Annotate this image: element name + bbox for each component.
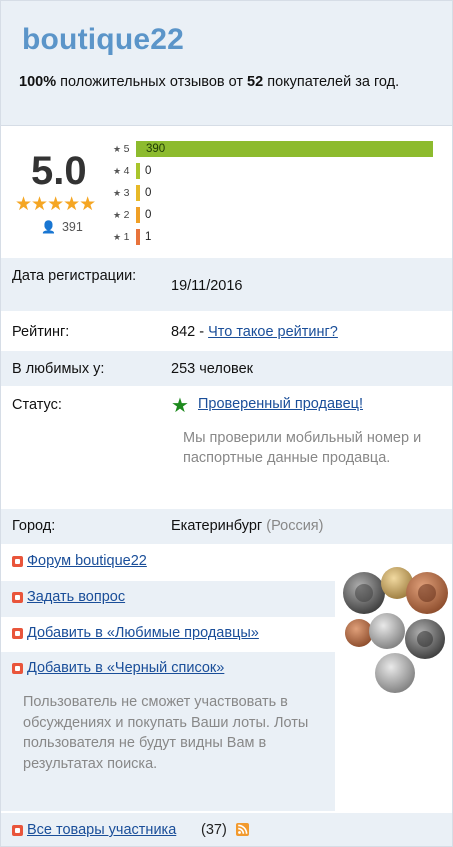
all-items-link[interactable]: Все товары участника bbox=[27, 822, 176, 838]
rating-bar-count: 0 bbox=[145, 187, 152, 199]
action-forum: Форум boutique22 bbox=[1, 545, 335, 581]
verified-description: Мы проверили мобильный номер и паспортны… bbox=[183, 430, 422, 466]
rating-bar-label: ★ 5 bbox=[113, 143, 135, 155]
coins-image bbox=[343, 567, 448, 693]
all-items-row: Все товары участника (37) bbox=[1, 813, 452, 846]
all-items-count: (37) bbox=[201, 822, 227, 838]
seller-avatar bbox=[337, 546, 452, 811]
action-ask: Задать вопрос bbox=[1, 581, 335, 617]
rating-value-line: 842 - Что такое рейтинг? bbox=[171, 323, 338, 342]
rating-bar-fill bbox=[136, 185, 140, 201]
rating-bar-label: ★ 2 bbox=[113, 209, 135, 221]
row-city: Город: Екатеринбург (Россия) bbox=[1, 509, 452, 545]
seller-header: boutique22 100% положительных отзывов от… bbox=[1, 1, 452, 126]
bullet-icon bbox=[12, 556, 23, 567]
rating-value: 842 - bbox=[171, 324, 209, 340]
rating-bar-3: ★ 3 0 bbox=[113, 185, 443, 201]
add-favorite-link[interactable]: Добавить в «Любимые продавцы» bbox=[27, 625, 259, 641]
rating-score: 5.0 bbox=[31, 149, 87, 193]
ask-question-link[interactable]: Задать вопрос bbox=[27, 589, 125, 605]
rating-bar-2: ★ 2 0 bbox=[113, 207, 443, 223]
rating-bar-count: 0 bbox=[145, 209, 152, 221]
seller-panel: boutique22 100% положительных отзывов от… bbox=[0, 0, 453, 847]
bullet-icon bbox=[12, 628, 23, 639]
row-favorites: В любимых у: 253 человек bbox=[1, 351, 452, 387]
blacklist-description: Пользователь не сможет участвовать в обс… bbox=[23, 694, 309, 772]
rating-bar-star-value: 5 bbox=[123, 143, 130, 155]
verified-star-icon: ★ bbox=[171, 395, 189, 417]
city-value: Екатеринбург bbox=[171, 518, 263, 534]
bullet-icon bbox=[12, 663, 23, 674]
feedback-percent: 100% bbox=[19, 74, 57, 90]
rating-block: 5.0 ★★★★★ 👤 391 ★ 5 390 ★ 4 0 ★ 3 0 ★ 2 0 ★ 11 bbox=[1, 127, 452, 257]
action-add-blacklist: Добавить в «Черный список» Пользователь … bbox=[1, 652, 335, 811]
star-icon: ★ bbox=[113, 166, 124, 176]
rating-label: Рейтинг: bbox=[12, 324, 70, 340]
rating-bar-count: 0 bbox=[145, 165, 152, 177]
feedback-text-a: положительных отзывов от bbox=[56, 74, 248, 90]
forum-link[interactable]: Форум boutique22 bbox=[27, 553, 147, 569]
rating-bar-fill bbox=[136, 207, 140, 223]
user-icon: 👤 bbox=[41, 220, 56, 234]
favorites-label: В любимых у: bbox=[12, 361, 105, 377]
what-is-rating-link[interactable]: Что такое рейтинг? bbox=[208, 324, 338, 340]
rating-bar-5: ★ 5 390 bbox=[113, 141, 443, 157]
rating-stars: ★★★★★ bbox=[15, 194, 96, 215]
rating-bar-count: 390 bbox=[146, 143, 166, 155]
rss-icon[interactable] bbox=[236, 823, 249, 836]
feedback-summary: 100% положительных отзывов от 52 покупат… bbox=[19, 71, 439, 93]
rating-bar-fill bbox=[136, 163, 140, 179]
rating-bar-star-value: 2 bbox=[123, 209, 130, 221]
registration-value: 19/11/2016 bbox=[171, 278, 243, 294]
action-add-favorite: Добавить в «Любимые продавцы» bbox=[1, 617, 335, 653]
blacklist-line: Добавить в «Черный список» bbox=[1, 652, 335, 688]
status-label: Статус: bbox=[12, 397, 62, 413]
feedback-text-b: покупателей за год. bbox=[263, 74, 400, 90]
star-icon: ★ bbox=[113, 210, 124, 220]
rating-bar-count: 1 bbox=[145, 231, 152, 243]
rating-bar-star-value: 1 bbox=[123, 231, 130, 243]
row-registration: Дата регистрации: 19/11/2016 bbox=[1, 258, 452, 312]
star-icon: ★ bbox=[113, 188, 124, 198]
rating-bar-fill bbox=[136, 141, 433, 157]
row-rating: Рейтинг: 842 - Что такое рейтинг? bbox=[1, 313, 452, 351]
registration-label: Дата регистрации: bbox=[12, 268, 137, 284]
star-icon: ★ bbox=[113, 144, 124, 154]
star-icon: ★ bbox=[113, 232, 124, 242]
country-value: (Россия) bbox=[266, 518, 324, 534]
rating-bar-label: ★ 4 bbox=[113, 165, 135, 177]
verified-seller-link[interactable]: Проверенный продавец! bbox=[198, 396, 363, 412]
rating-bar-fill bbox=[136, 229, 140, 245]
add-blacklist-link[interactable]: Добавить в «Черный список» bbox=[27, 660, 224, 676]
votes-count: 391 bbox=[61, 220, 83, 234]
rating-votes: 👤 391 bbox=[41, 220, 83, 234]
shop-name[interactable]: boutique22 bbox=[22, 23, 184, 57]
rating-bar-label: ★ 3 bbox=[113, 187, 135, 199]
city-value-line: Екатеринбург (Россия) bbox=[171, 517, 323, 536]
favorites-value: 253 человек bbox=[171, 361, 253, 377]
bullet-icon bbox=[12, 825, 23, 836]
rating-bar-4: ★ 4 0 bbox=[113, 163, 443, 179]
bullet-icon bbox=[12, 592, 23, 603]
city-label: Город: bbox=[12, 518, 56, 534]
rating-bar-star-value: 4 bbox=[123, 165, 130, 177]
rating-bar-star-value: 3 bbox=[123, 187, 130, 199]
feedback-count: 52 bbox=[247, 74, 264, 90]
rating-bar-label: ★ 1 bbox=[113, 231, 135, 243]
rating-bar-1: ★ 11 bbox=[113, 229, 443, 245]
